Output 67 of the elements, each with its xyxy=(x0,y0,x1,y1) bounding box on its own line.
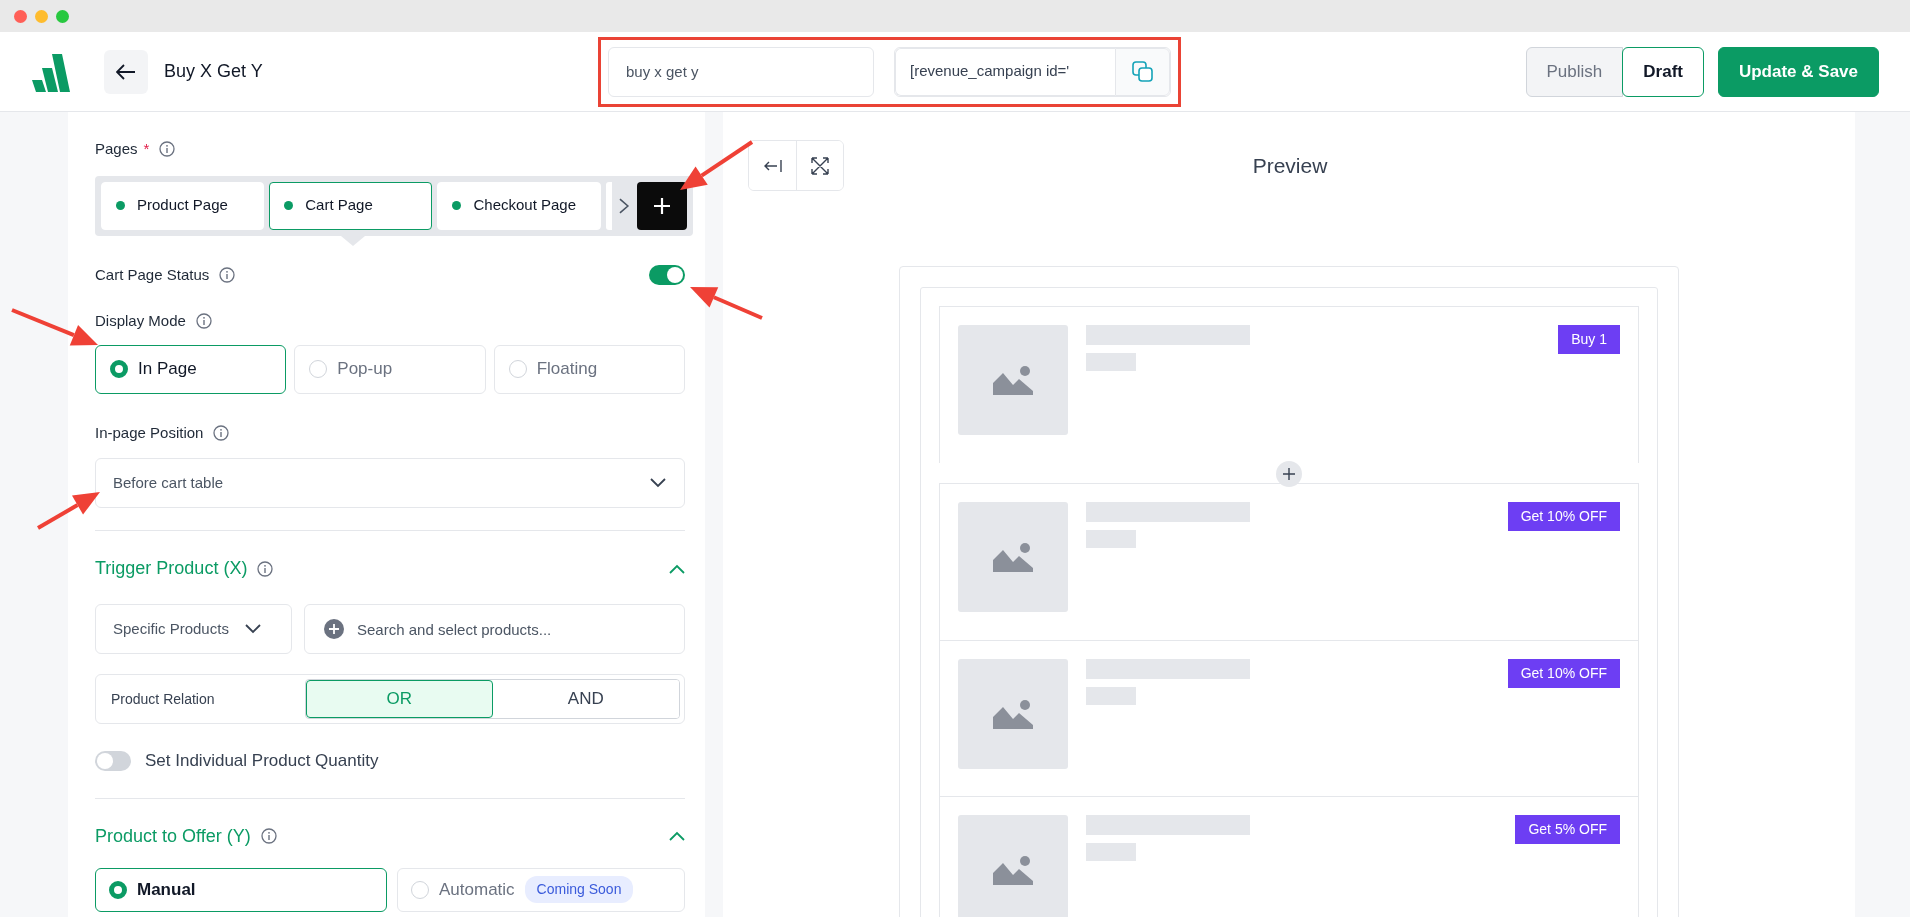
status-badge: Coming Soon xyxy=(524,876,634,903)
field-label: In-page Position xyxy=(95,422,204,443)
campaign-name-field[interactable]: buy x get y xyxy=(608,46,874,97)
offer-badge: Buy 1 xyxy=(1558,325,1620,354)
back-button[interactable] xyxy=(104,49,148,94)
campaign-title: Buy X Get Y xyxy=(164,60,263,83)
radio-option[interactable]: Automatic Coming Soon xyxy=(397,867,685,912)
radio-option[interactable]: Pop-up xyxy=(294,344,486,394)
draft-button[interactable]: Draft xyxy=(1622,46,1704,97)
info-icon[interactable] xyxy=(260,828,277,844)
collapse-icon xyxy=(762,157,783,174)
section-title: Product to Offer (Y) xyxy=(95,824,251,848)
back-arrow-icon xyxy=(116,63,136,80)
page-tab[interactable]: Checkout Page xyxy=(437,181,601,230)
offer-badge: Get 10% OFF xyxy=(1507,502,1620,531)
offer-badge: Get 5% OFF xyxy=(1515,815,1620,844)
product-search-field[interactable]: Search and select products... xyxy=(304,604,685,654)
text-placeholder-bar xyxy=(1086,843,1136,861)
annotation-arrow xyxy=(37,492,100,530)
add-product-button[interactable] xyxy=(1276,461,1302,487)
chevron-down-icon[interactable] xyxy=(244,624,261,634)
chevron-down-icon[interactable] xyxy=(650,478,666,488)
radio-option[interactable]: Floating xyxy=(493,344,685,394)
save-button[interactable]: Update & Save xyxy=(1717,46,1879,97)
toggle-switch[interactable] xyxy=(649,264,685,285)
info-icon[interactable] xyxy=(159,141,176,158)
section-title: Trigger Product (X) xyxy=(95,557,248,580)
chevron-up-icon[interactable] xyxy=(669,831,685,841)
shortcode-field[interactable]: [revenue_campaign id=' xyxy=(895,47,1115,96)
radio-option[interactable]: Manual xyxy=(95,867,387,912)
publish-button[interactable]: Publish xyxy=(1525,46,1624,97)
preview-title: Preview xyxy=(1251,152,1329,179)
plus-icon xyxy=(1283,468,1295,480)
product-filter-dropdown[interactable]: Specific Products xyxy=(95,604,292,654)
expand-icon xyxy=(810,155,830,176)
field-label: Display Mode xyxy=(95,311,186,331)
field-label: Cart Page Status xyxy=(95,264,210,285)
field-label: Pages xyxy=(95,139,138,159)
info-icon[interactable] xyxy=(213,424,230,441)
page-tab[interactable]: Product Page xyxy=(101,181,265,230)
add-circle-icon xyxy=(324,619,344,639)
position-dropdown[interactable]: Before cart table xyxy=(95,458,685,508)
image-icon xyxy=(993,365,1033,395)
chevron-up-icon[interactable] xyxy=(669,563,685,574)
text-placeholder-bar xyxy=(1086,353,1136,371)
radio-option[interactable]: In Page xyxy=(95,344,287,394)
image-icon xyxy=(993,542,1033,572)
offer-badge: Get 10% OFF xyxy=(1507,659,1620,688)
image-icon xyxy=(993,855,1033,885)
text-placeholder-bar xyxy=(1086,687,1136,705)
copy-button[interactable] xyxy=(1115,47,1170,96)
text-placeholder-bar xyxy=(1086,530,1136,548)
info-icon[interactable] xyxy=(257,560,274,577)
copy-icon xyxy=(1131,60,1154,83)
toggle-switch[interactable] xyxy=(95,750,131,771)
required-mark: * xyxy=(143,139,150,159)
add-page-button[interactable] xyxy=(637,181,687,230)
logo[interactable] xyxy=(30,51,70,92)
window-close-button[interactable] xyxy=(14,9,27,23)
page-tab[interactable]: Cart Page xyxy=(269,181,433,230)
plus-icon xyxy=(653,196,672,215)
fullscreen-button[interactable] xyxy=(796,141,843,190)
image-icon xyxy=(993,699,1033,729)
toggle-label: Set Individual Product Quantity xyxy=(145,750,379,772)
info-icon[interactable] xyxy=(195,313,212,330)
info-icon[interactable] xyxy=(219,266,236,283)
field-label: Product Relation xyxy=(111,689,216,709)
